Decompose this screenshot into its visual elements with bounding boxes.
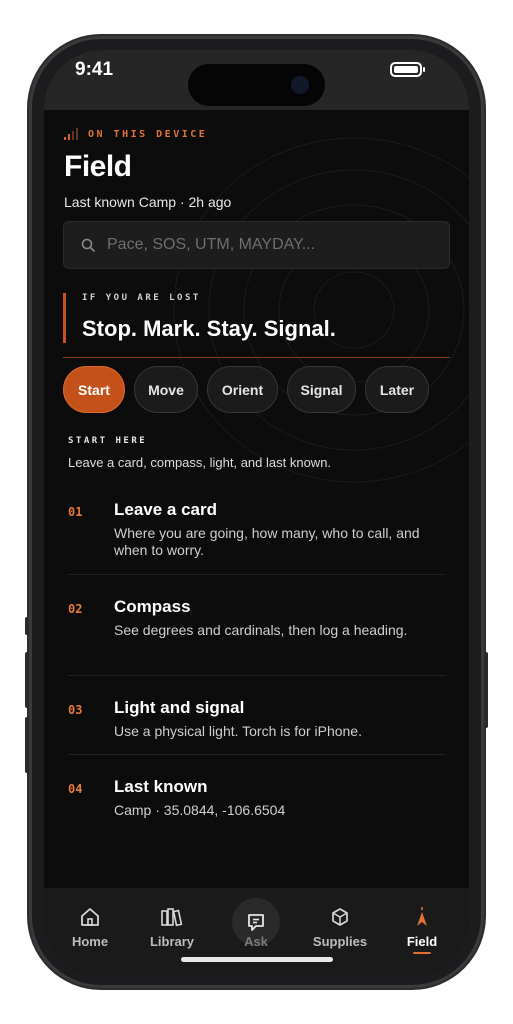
- chip-orient[interactable]: Orient: [207, 366, 278, 413]
- last-known-subtitle: Last known Camp · 2h ago: [64, 194, 232, 210]
- tab-field[interactable]: Field: [382, 906, 462, 954]
- chip-later[interactable]: Later: [365, 366, 429, 413]
- home-indicator: [181, 957, 333, 962]
- step-last-known[interactable]: 04 Last known Camp · 35.0844, -106.6504: [68, 755, 445, 825]
- lost-label: IF YOU ARE LOST: [82, 293, 201, 303]
- chip-signal[interactable]: Signal: [287, 366, 356, 413]
- lost-motto: Stop. Mark. Stay. Signal.: [82, 316, 336, 341]
- power-button: [484, 652, 488, 728]
- tab-label: Library: [149, 934, 195, 949]
- step-number: 04: [68, 782, 83, 796]
- compass-arrow-icon: [417, 907, 427, 926]
- step-description: Use a physical light. Torch is for iPhon…: [114, 723, 362, 739]
- lost-card: IF YOU ARE LOST Stop. Mark. Stay. Signal…: [63, 293, 450, 358]
- search-icon: [81, 238, 95, 252]
- screen: 9:41 ON THIS DEVICE Field Last known Cam…: [44, 50, 469, 976]
- box-icon: [332, 908, 348, 926]
- step-light-signal[interactable]: 03 Light and signal Use a physical light…: [68, 676, 445, 755]
- tab-ask[interactable]: Ask: [216, 934, 296, 949]
- dynamic-island: [188, 64, 325, 106]
- page-title: Field: [64, 150, 132, 183]
- step-number: 02: [68, 602, 83, 616]
- tab-library[interactable]: Library: [132, 906, 212, 949]
- steps-list: 01 Leave a card Where you are going, how…: [68, 500, 445, 825]
- tab-supplies[interactable]: Supplies: [300, 906, 380, 949]
- step-description: See degrees and cardinals, then log a he…: [114, 622, 408, 638]
- home-icon: [81, 908, 99, 926]
- tab-bar: Home Library Ask Supplies Field: [44, 888, 469, 976]
- section-description: Leave a card, compass, light, and last k…: [68, 455, 332, 470]
- library-icon: [161, 908, 183, 927]
- step-leave-card[interactable]: 01 Leave a card Where you are going, how…: [68, 500, 445, 575]
- device-status: ON THIS DEVICE: [64, 128, 207, 140]
- active-tab-indicator: [413, 952, 431, 954]
- search-bar[interactable]: [63, 221, 450, 269]
- camera-icon: [291, 76, 309, 94]
- step-number: 03: [68, 703, 83, 717]
- action-button: [25, 617, 29, 635]
- step-title: Last known: [114, 777, 208, 796]
- volume-down-button: [25, 717, 29, 773]
- tab-label: Field: [406, 934, 438, 949]
- section-label: START HERE: [68, 436, 148, 446]
- tab-label: Supplies: [312, 934, 368, 949]
- signal-bars-icon: [64, 128, 78, 140]
- search-input[interactable]: [107, 236, 427, 254]
- status-time: 9:41: [75, 59, 114, 80]
- chat-icon: [248, 914, 264, 931]
- volume-up-button: [25, 652, 29, 708]
- step-number: 01: [68, 505, 83, 519]
- step-title: Light and signal: [114, 698, 245, 717]
- chip-move[interactable]: Move: [134, 366, 198, 413]
- status-bar: 9:41: [44, 50, 469, 110]
- step-description: Where you are going, how many, who to ca…: [114, 525, 420, 558]
- tab-label: Home: [71, 934, 109, 949]
- device-label: ON THIS DEVICE: [88, 129, 208, 140]
- step-compass[interactable]: 02 Compass See degrees and cardinals, th…: [68, 597, 445, 676]
- step-title: Compass: [114, 597, 191, 616]
- step-description: Camp · 35.0844, -106.6504: [114, 802, 286, 818]
- accent-bar: [63, 293, 66, 343]
- chip-start[interactable]: Start: [63, 366, 125, 413]
- battery-icon: [390, 62, 425, 77]
- category-chips: Start Move Orient Signal Later: [63, 366, 429, 413]
- tab-label: Ask: [244, 934, 268, 949]
- step-title: Leave a card: [114, 500, 218, 519]
- tab-home[interactable]: Home: [50, 906, 130, 949]
